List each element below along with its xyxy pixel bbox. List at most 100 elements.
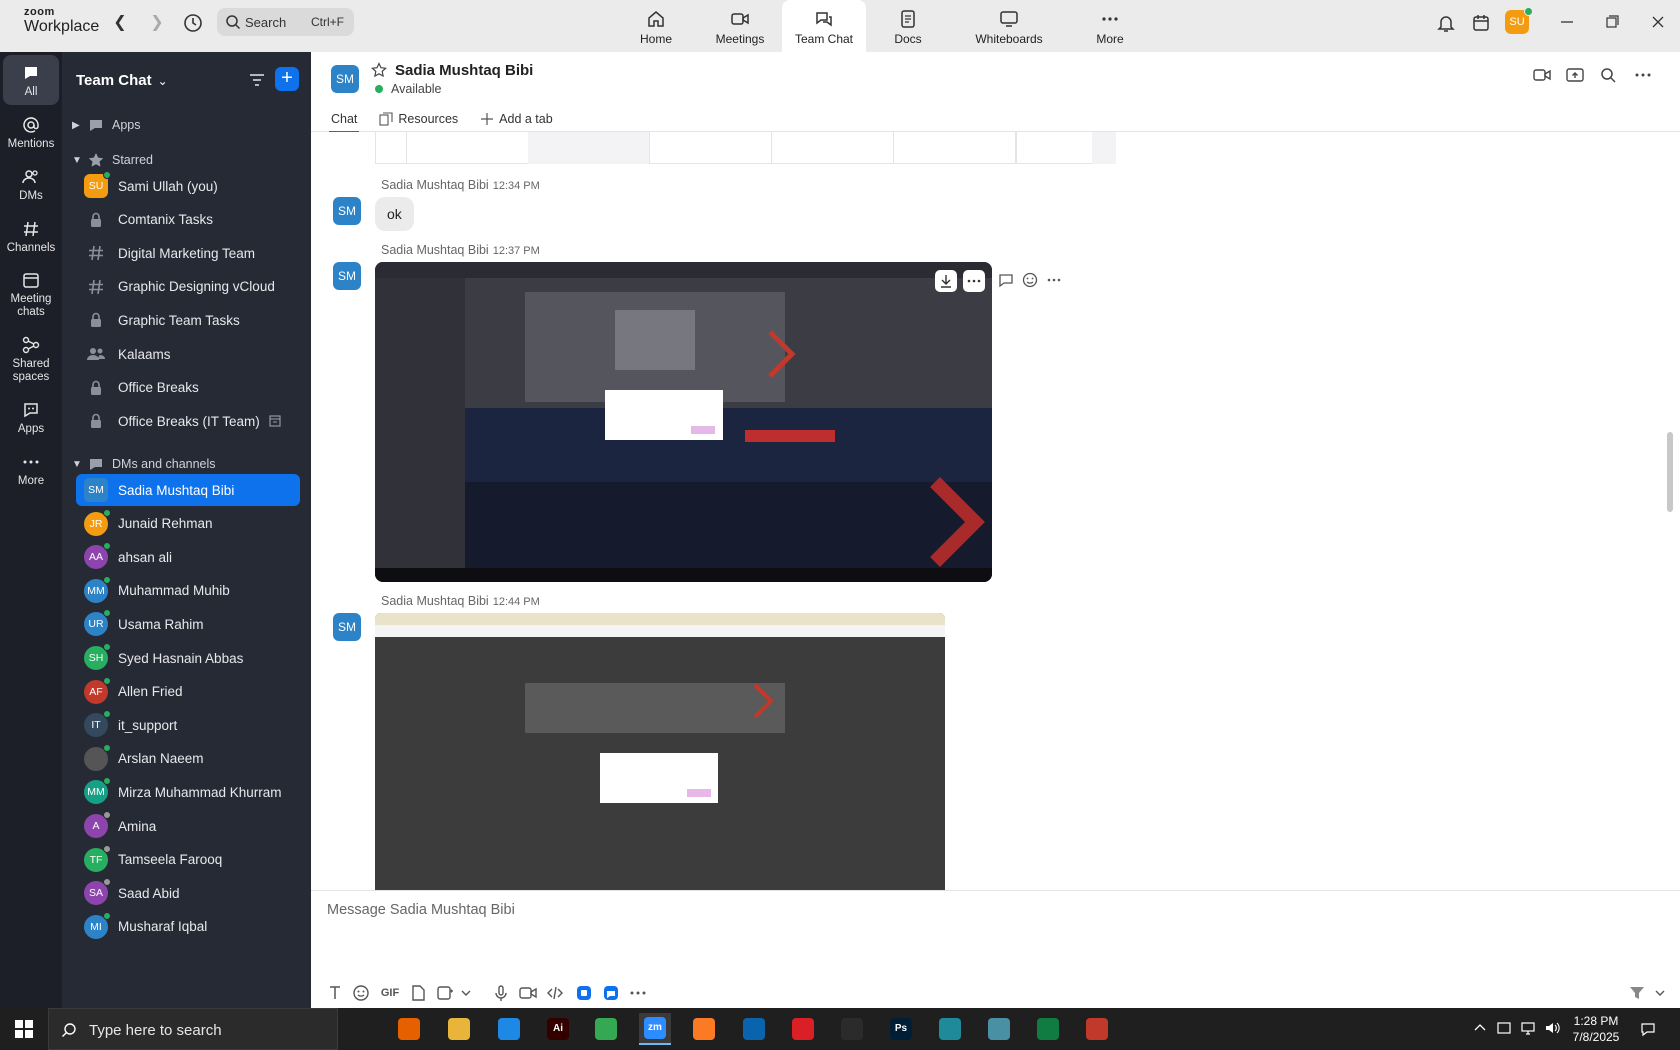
tab-chat[interactable]: Chat: [328, 108, 360, 133]
restore-icon[interactable]: [1597, 10, 1627, 34]
tab-resources[interactable]: Resources: [379, 108, 458, 130]
vertical-scrollbar[interactable]: [1667, 432, 1673, 512]
rail-apps[interactable]: Apps: [3, 400, 59, 436]
section-apps[interactable]: ▶ Apps: [72, 115, 141, 135]
more-icon[interactable]: [628, 983, 648, 1003]
share-screen-icon[interactable]: [1565, 65, 1585, 85]
sidebar-item-dm[interactable]: IT it_support: [76, 709, 300, 741]
download-button[interactable]: [935, 270, 957, 292]
sidebar-item-starred[interactable]: Digital Marketing Team: [76, 237, 300, 269]
microphone-icon[interactable]: [491, 983, 511, 1003]
rail-more[interactable]: More: [3, 452, 59, 488]
section-starred[interactable]: ▼ Starred: [72, 150, 153, 170]
taskbar-search[interactable]: Type here to search: [48, 1008, 338, 1050]
sidebar-item-starred[interactable]: Kalaams: [76, 338, 300, 370]
file-explorer-icon[interactable]: [443, 1013, 475, 1045]
search-input[interactable]: Search Ctrl+F: [217, 8, 354, 36]
inkscape-icon[interactable]: [836, 1013, 868, 1045]
sidebar-item-dm[interactable]: SH Syed Hasnain Abbas: [76, 642, 300, 674]
firefox-icon[interactable]: [393, 1013, 425, 1045]
snipping-icon[interactable]: [1081, 1013, 1113, 1045]
sender-name[interactable]: Sadia Mushtaq Bibi: [381, 243, 489, 257]
app-card-icon[interactable]: [983, 1013, 1015, 1045]
task-view-icon[interactable]: [344, 1013, 376, 1045]
send-options-icon[interactable]: [1626, 983, 1666, 1003]
sidebar-item-dm[interactable]: MM Muhammad Muhib: [76, 575, 300, 607]
windows-start-icon[interactable]: [15, 1020, 33, 1038]
xampp-icon[interactable]: [688, 1013, 720, 1045]
sidebar-item-starred[interactable]: Office Breaks (IT Team): [76, 405, 300, 437]
text-format-icon[interactable]: [325, 983, 345, 1003]
sidebar-item-dm[interactable]: A Amina: [76, 810, 300, 842]
sidebar-item-dm[interactable]: Arslan Naeem: [76, 743, 300, 775]
sidebar-item-starred[interactable]: Graphic Designing vCloud: [76, 271, 300, 303]
emoji-icon[interactable]: [351, 983, 371, 1003]
back-icon[interactable]: ❮: [109, 12, 131, 34]
taskbar-clock[interactable]: 1:28 PM 7/8/2025: [1570, 1013, 1622, 1045]
sender-name[interactable]: Sadia Mushtaq Bibi: [381, 594, 489, 608]
excel-icon[interactable]: [1032, 1013, 1064, 1045]
sidebar-item-dm[interactable]: TF Tamseela Farooq: [76, 844, 300, 876]
history-icon[interactable]: [181, 11, 205, 35]
user-avatar[interactable]: SU: [1505, 7, 1533, 34]
message-list[interactable]: SM Sadia Mushtaq Bibi 12:34 PM ok SM Sadi…: [311, 132, 1680, 890]
sender-avatar[interactable]: SM: [333, 197, 361, 225]
contact-name[interactable]: Sadia Mushtaq Bibi: [395, 62, 533, 79]
network-icon[interactable]: [1520, 1020, 1536, 1036]
rail-mentions[interactable]: Mentions: [3, 115, 59, 151]
sidebar-item-dm[interactable]: SA Saad Abid: [76, 877, 300, 909]
message-input[interactable]: Message Sadia Mushtaq Bibi: [327, 902, 515, 918]
sidebar-item-starred[interactable]: SU Sami Ullah (you): [76, 170, 300, 202]
tab-home[interactable]: Home: [614, 0, 698, 52]
video-call-icon[interactable]: [1532, 65, 1552, 85]
video-message-icon[interactable]: [518, 983, 538, 1003]
rail-shared-spaces[interactable]: Shared spaces: [3, 335, 59, 384]
code-snippet-icon[interactable]: [545, 983, 565, 1003]
rail-channels[interactable]: Channels: [3, 219, 59, 255]
app-one-icon[interactable]: [574, 983, 594, 1003]
app-two-icon[interactable]: [601, 983, 621, 1003]
message-composer[interactable]: Message Sadia Mushtaq Bibi GIF: [311, 890, 1680, 1008]
forward-icon[interactable]: ❯: [146, 12, 168, 34]
reply-icon[interactable]: [997, 271, 1015, 289]
sidebar-item-starred[interactable]: Comtanix Tasks: [76, 204, 300, 236]
illustrator-icon[interactable]: Ai: [542, 1013, 574, 1045]
chrome-icon[interactable]: [590, 1013, 622, 1045]
calendar-app-icon[interactable]: [1470, 12, 1492, 34]
message-bubble[interactable]: ok: [375, 197, 414, 231]
rail-meeting-chats[interactable]: Meeting chats: [3, 270, 59, 319]
screenshot-icon[interactable]: [435, 983, 455, 1003]
search-icon[interactable]: [1598, 65, 1618, 85]
sidebar-item-dm[interactable]: MI Musharaf Iqbal: [76, 911, 300, 943]
image-more-button[interactable]: [963, 270, 985, 292]
more-icon[interactable]: [1633, 65, 1653, 85]
creative-cloud-icon[interactable]: [787, 1013, 819, 1045]
add-chat-button[interactable]: +: [275, 67, 299, 91]
image-attachment[interactable]: [375, 262, 992, 582]
contact-avatar[interactable]: SM: [331, 65, 359, 93]
archive-icon[interactable]: [268, 414, 282, 428]
star-icon[interactable]: [371, 62, 387, 78]
sidebar-item-dm[interactable]: SM Sadia Mushtaq Bibi: [76, 474, 300, 506]
minimize-icon[interactable]: [1552, 10, 1582, 34]
emoji-reaction-icon[interactable]: [1021, 271, 1039, 289]
zoom-icon[interactable]: zm: [639, 1013, 671, 1045]
tab-meetings[interactable]: Meetings: [698, 0, 782, 52]
sidebar-item-dm[interactable]: UR Usama Rahim: [76, 608, 300, 640]
tray-app-icon[interactable]: [1496, 1020, 1512, 1036]
chevron-up-icon[interactable]: [1472, 1020, 1488, 1036]
sender-avatar[interactable]: SM: [333, 262, 361, 290]
tab-team-chat[interactable]: Team Chat: [782, 0, 866, 52]
sender-avatar[interactable]: SM: [333, 613, 361, 641]
rail-dms[interactable]: DMs: [3, 167, 59, 203]
file-icon[interactable]: [408, 983, 428, 1003]
previous-attachment[interactable]: [375, 132, 1116, 164]
tab-more[interactable]: More: [1068, 0, 1152, 52]
sidebar-item-dm[interactable]: MM Mirza Muhammad Khurram: [76, 776, 300, 808]
section-dms-channels[interactable]: ▼ DMs and channels: [72, 454, 216, 474]
image-attachment[interactable]: [375, 613, 945, 890]
chevron-down-icon[interactable]: [459, 983, 473, 1003]
gif-button[interactable]: GIF: [378, 983, 402, 1003]
app-diamond-icon[interactable]: [934, 1013, 966, 1045]
sidebar-item-starred[interactable]: Graphic Team Tasks: [76, 304, 300, 336]
